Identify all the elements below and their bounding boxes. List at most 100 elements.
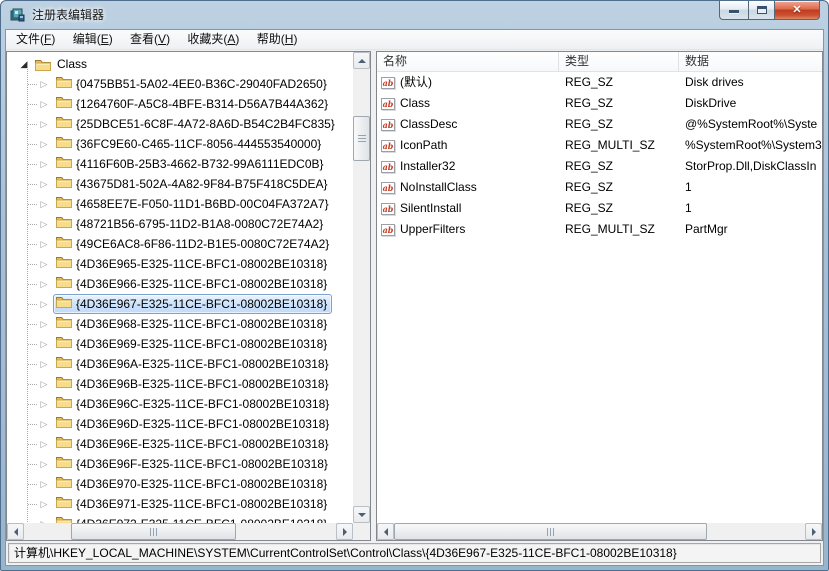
tree-item-content[interactable]: {0475BB51-5A02-4EE0-B36C-29040FAD2650} bbox=[53, 74, 332, 94]
scroll-left-button[interactable] bbox=[7, 523, 24, 540]
tree-item[interactable]: ▷ {4116F60B-25B3-4662-B732-99A6111EDC0B} bbox=[7, 154, 353, 174]
tree-item-content[interactable]: {4D36E96F-E325-11CE-BFC1-08002BE10318} bbox=[53, 454, 333, 474]
chevron-collapsed-icon[interactable]: ▷ bbox=[37, 374, 51, 394]
registry-value-row[interactable]: ab(默认) REG_SZ Disk drives bbox=[377, 72, 822, 93]
tree-item-content[interactable]: {4D36E96C-E325-11CE-BFC1-08002BE10318} bbox=[53, 394, 334, 414]
chevron-collapsed-icon[interactable]: ▷ bbox=[37, 134, 51, 154]
tree-item-content[interactable]: {36FC9E60-C465-11CF-8056-444553540000} bbox=[53, 134, 326, 154]
tree-horizontal-scrollbar[interactable] bbox=[7, 523, 353, 540]
chevron-collapsed-icon[interactable]: ▷ bbox=[37, 434, 51, 454]
tree-item-content[interactable]: {4D36E96A-E325-11CE-BFC1-08002BE10318} bbox=[53, 354, 334, 374]
chevron-collapsed-icon[interactable]: ▷ bbox=[37, 74, 51, 94]
tree-item[interactable]: ▷ {4D36E970-E325-11CE-BFC1-08002BE10318} bbox=[7, 474, 353, 494]
registry-value-row[interactable]: abSilentInstall REG_SZ 1 bbox=[377, 198, 822, 219]
chevron-expanded-icon[interactable]: ◢ bbox=[17, 54, 31, 74]
registry-value-row[interactable]: abClass REG_SZ DiskDrive bbox=[377, 93, 822, 114]
chevron-collapsed-icon[interactable]: ▷ bbox=[37, 234, 51, 254]
chevron-collapsed-icon[interactable]: ▷ bbox=[37, 494, 51, 514]
tree-item-content[interactable]: {4658EE7E-F050-11D1-B6BD-00C04FA372A7} bbox=[53, 194, 334, 214]
scroll-right-button[interactable] bbox=[336, 523, 353, 540]
tree-item-content[interactable]: {4D36E969-E325-11CE-BFC1-08002BE10318} bbox=[53, 334, 332, 354]
chevron-collapsed-icon[interactable]: ▷ bbox=[37, 114, 51, 134]
tree-item-content[interactable]: {43675D81-502A-4A82-9F84-B75F418C5DEA} bbox=[53, 174, 333, 194]
menu-item-favorites[interactable]: 收藏夹(A) bbox=[180, 30, 246, 49]
tree-item-content[interactable]: {4D36E967-E325-11CE-BFC1-08002BE10318} bbox=[53, 294, 332, 314]
tree-item[interactable]: ▷ {4D36E968-E325-11CE-BFC1-08002BE10318} bbox=[7, 314, 353, 334]
scroll-up-button[interactable] bbox=[353, 52, 370, 69]
tree-item-content[interactable]: {4D36E971-E325-11CE-BFC1-08002BE10318} bbox=[53, 494, 332, 514]
chevron-collapsed-icon[interactable]: ▷ bbox=[37, 514, 51, 523]
column-header-type[interactable]: 类型 bbox=[559, 52, 679, 72]
registry-value-row[interactable]: abInstaller32 REG_SZ StorProp.Dll,DiskCl… bbox=[377, 156, 822, 177]
tree-item[interactable]: ▷ {0475BB51-5A02-4EE0-B36C-29040FAD2650} bbox=[7, 74, 353, 94]
menu-item-edit[interactable]: 编辑(E) bbox=[66, 30, 120, 49]
tree-item[interactable]: ▷ {4D36E965-E325-11CE-BFC1-08002BE10318} bbox=[7, 254, 353, 274]
maximize-button[interactable] bbox=[748, 1, 775, 20]
chevron-collapsed-icon[interactable]: ▷ bbox=[37, 274, 51, 294]
tree-item[interactable]: ▷ {4658EE7E-F050-11D1-B6BD-00C04FA372A7} bbox=[7, 194, 353, 214]
tree-item[interactable]: ▷ {4D36E969-E325-11CE-BFC1-08002BE10318} bbox=[7, 334, 353, 354]
registry-value-row[interactable]: abNoInstallClass REG_SZ 1 bbox=[377, 177, 822, 198]
close-button[interactable]: ✕ bbox=[775, 1, 820, 20]
chevron-collapsed-icon[interactable]: ▷ bbox=[37, 454, 51, 474]
chevron-collapsed-icon[interactable]: ▷ bbox=[37, 94, 51, 114]
tree-item[interactable]: ▷ {1264760F-A5C8-4BFE-B314-D56A7B44A362} bbox=[7, 94, 353, 114]
chevron-collapsed-icon[interactable]: ▷ bbox=[37, 414, 51, 434]
tree-item[interactable]: ▷ {48721B56-6795-11D2-B1A8-0080C72E74A2} bbox=[7, 214, 353, 234]
tree-item-content[interactable]: {4116F60B-25B3-4662-B732-99A6111EDC0B} bbox=[53, 154, 329, 174]
chevron-collapsed-icon[interactable]: ▷ bbox=[37, 314, 51, 334]
tree-item-content[interactable]: {4D36E968-E325-11CE-BFC1-08002BE10318} bbox=[53, 314, 332, 334]
chevron-collapsed-icon[interactable]: ▷ bbox=[37, 474, 51, 494]
title-bar[interactable]: 注册表编辑器 ✕ bbox=[1, 1, 828, 29]
tree-item[interactable]: ▷ {4D36E96B-E325-11CE-BFC1-08002BE10318} bbox=[7, 374, 353, 394]
tree-item[interactable]: ▷ {4D36E967-E325-11CE-BFC1-08002BE10318} bbox=[7, 294, 353, 314]
horizontal-scroll-thumb[interactable] bbox=[394, 523, 707, 540]
tree-item-content[interactable]: {25DBCE51-6C8F-4A72-8A6D-B54C2B4FC835} bbox=[53, 114, 340, 134]
registry-value-row[interactable]: abUpperFilters REG_MULTI_SZ PartMgr bbox=[377, 219, 822, 240]
chevron-collapsed-icon[interactable]: ▷ bbox=[37, 154, 51, 174]
list-horizontal-scrollbar[interactable] bbox=[377, 523, 822, 540]
chevron-collapsed-icon[interactable]: ▷ bbox=[37, 254, 51, 274]
registry-value-row[interactable]: abClassDesc REG_SZ @%SystemRoot%\Syste bbox=[377, 114, 822, 135]
tree-item[interactable]: ▷ {49CE6AC8-6F86-11D2-B1E5-0080C72E74A2} bbox=[7, 234, 353, 254]
tree-item[interactable]: ▷ {4D36E96A-E325-11CE-BFC1-08002BE10318} bbox=[7, 354, 353, 374]
chevron-collapsed-icon[interactable]: ▷ bbox=[37, 294, 51, 314]
tree-item[interactable]: ▷ {4D36E972-E325-11CE-BFC1-08002BE10318} bbox=[7, 514, 353, 523]
tree-item-content[interactable]: {4D36E972-E325-11CE-BFC1-08002BE10318} bbox=[53, 514, 332, 523]
tree-item[interactable]: ▷ {4D36E966-E325-11CE-BFC1-08002BE10318} bbox=[7, 274, 353, 294]
tree-item-content[interactable]: {1264760F-A5C8-4BFE-B314-D56A7B44A362} bbox=[53, 94, 333, 114]
menu-item-file[interactable]: 文件(F) bbox=[9, 30, 62, 49]
menu-item-help[interactable]: 帮助(H) bbox=[250, 30, 305, 49]
chevron-collapsed-icon[interactable]: ▷ bbox=[37, 394, 51, 414]
tree-item-class[interactable]: ◢ Class bbox=[7, 54, 353, 74]
tree-item[interactable]: ▷ {4D36E971-E325-11CE-BFC1-08002BE10318} bbox=[7, 494, 353, 514]
chevron-collapsed-icon[interactable]: ▷ bbox=[37, 334, 51, 354]
chevron-collapsed-icon[interactable]: ▷ bbox=[37, 194, 51, 214]
tree-item-content[interactable]: {4D36E966-E325-11CE-BFC1-08002BE10318} bbox=[53, 274, 332, 294]
tree-vertical-scrollbar[interactable] bbox=[353, 52, 370, 523]
scroll-down-button[interactable] bbox=[353, 506, 370, 523]
tree-item-content[interactable]: {4D36E96B-E325-11CE-BFC1-08002BE10318} bbox=[53, 374, 334, 394]
horizontal-scroll-thumb[interactable] bbox=[71, 523, 236, 540]
minimize-button[interactable] bbox=[719, 1, 748, 20]
menu-item-view[interactable]: 查看(V) bbox=[123, 30, 177, 49]
registry-value-row[interactable]: abIconPath REG_MULTI_SZ %SystemRoot%\Sys… bbox=[377, 135, 822, 156]
column-header-data[interactable]: 数据 bbox=[679, 52, 822, 72]
tree-item-content[interactable]: {4D36E96E-E325-11CE-BFC1-08002BE10318} bbox=[53, 434, 334, 454]
tree-item[interactable]: ▷ {4D36E96E-E325-11CE-BFC1-08002BE10318} bbox=[7, 434, 353, 454]
scroll-left-button[interactable] bbox=[377, 523, 394, 540]
tree-item[interactable]: ▷ {36FC9E60-C465-11CF-8056-444553540000} bbox=[7, 134, 353, 154]
chevron-collapsed-icon[interactable]: ▷ bbox=[37, 214, 51, 234]
tree-item[interactable]: ▷ {43675D81-502A-4A82-9F84-B75F418C5DEA} bbox=[7, 174, 353, 194]
tree-item-content[interactable]: {48721B56-6795-11D2-B1A8-0080C72E74A2} bbox=[53, 214, 328, 234]
tree-item-content[interactable]: {4D36E96D-E325-11CE-BFC1-08002BE10318} bbox=[53, 414, 334, 434]
tree-item-content[interactable]: {4D36E970-E325-11CE-BFC1-08002BE10318} bbox=[53, 474, 332, 494]
scroll-right-button[interactable] bbox=[805, 523, 822, 540]
tree-item-content[interactable]: {4D36E965-E325-11CE-BFC1-08002BE10318} bbox=[53, 254, 332, 274]
tree-item-content[interactable]: {49CE6AC8-6F86-11D2-B1E5-0080C72E74A2} bbox=[53, 234, 334, 254]
tree-item[interactable]: ▷ {4D36E96C-E325-11CE-BFC1-08002BE10318} bbox=[7, 394, 353, 414]
column-header-name[interactable]: 名称 bbox=[377, 52, 559, 72]
tree-item[interactable]: ▷ {4D36E96F-E325-11CE-BFC1-08002BE10318} bbox=[7, 454, 353, 474]
tree-item[interactable]: ▷ {25DBCE51-6C8F-4A72-8A6D-B54C2B4FC835} bbox=[7, 114, 353, 134]
vertical-scroll-thumb[interactable] bbox=[353, 116, 370, 161]
